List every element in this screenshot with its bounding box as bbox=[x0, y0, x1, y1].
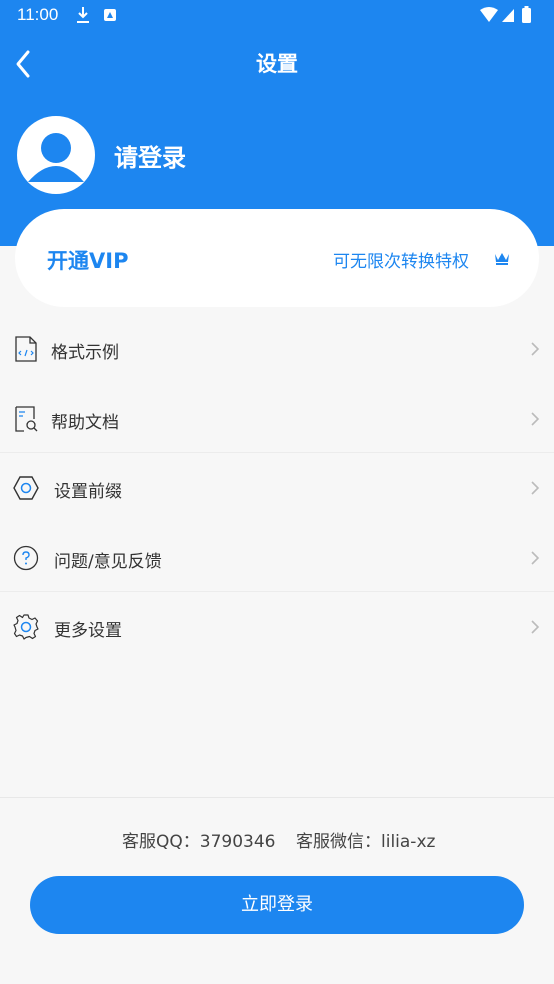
question-icon bbox=[13, 545, 39, 570]
menu-item-label: 格式示例 bbox=[51, 343, 119, 363]
chevron-right-icon bbox=[531, 620, 540, 634]
menu-item-format-example[interactable]: 格式示例 bbox=[0, 314, 554, 384]
gear-icon bbox=[13, 614, 39, 640]
user-icon bbox=[28, 133, 84, 182]
code-file-icon bbox=[15, 336, 37, 362]
signal-battery-icon bbox=[480, 6, 531, 23]
vip-subtitle: 可无限次转换特权 bbox=[333, 252, 469, 272]
settings-menu: 格式示例 帮助文档 设置前缀 问题/意见反馈 更多设置 bbox=[0, 314, 554, 662]
chevron-right-icon bbox=[531, 481, 540, 495]
login-prompt[interactable]: 请登录 bbox=[114, 138, 186, 173]
crown-icon bbox=[495, 253, 509, 265]
status-time: 11:00 bbox=[17, 5, 59, 24]
menu-item-label: 设置前缀 bbox=[54, 482, 122, 502]
footer-divider bbox=[0, 797, 554, 798]
avatar[interactable] bbox=[17, 116, 95, 194]
support-qq: 客服QQ：3790346 bbox=[122, 832, 276, 852]
notification-icon bbox=[104, 9, 116, 21]
download-icon bbox=[77, 7, 89, 23]
chevron-right-icon bbox=[531, 550, 540, 565]
chevron-right-icon bbox=[531, 411, 540, 426]
chevron-right-icon bbox=[531, 342, 540, 356]
menu-item-more-settings[interactable]: 更多设置 bbox=[0, 592, 554, 662]
menu-item-label: 更多设置 bbox=[54, 621, 122, 641]
vip-title: 开通VIP bbox=[47, 249, 129, 273]
support-wechat: 客服微信：lilia-xz bbox=[296, 832, 436, 852]
menu-item-help-docs[interactable]: 帮助文档 bbox=[0, 384, 554, 453]
page-title: 设置 bbox=[256, 52, 298, 76]
document-search-icon bbox=[15, 405, 38, 432]
login-button[interactable]: 立即登录 bbox=[30, 876, 524, 934]
menu-item-label: 帮助文档 bbox=[51, 412, 119, 433]
hexagon-icon bbox=[13, 476, 39, 500]
menu-item-prefix-settings[interactable]: 设置前缀 bbox=[0, 453, 554, 523]
menu-item-label: 问题/意见反馈 bbox=[54, 551, 162, 572]
menu-item-feedback[interactable]: 问题/意见反馈 bbox=[0, 523, 554, 592]
status-bar: 11:00 bbox=[0, 0, 554, 30]
vip-card[interactable]: 开通VIP 可无限次转换特权 bbox=[15, 209, 539, 307]
